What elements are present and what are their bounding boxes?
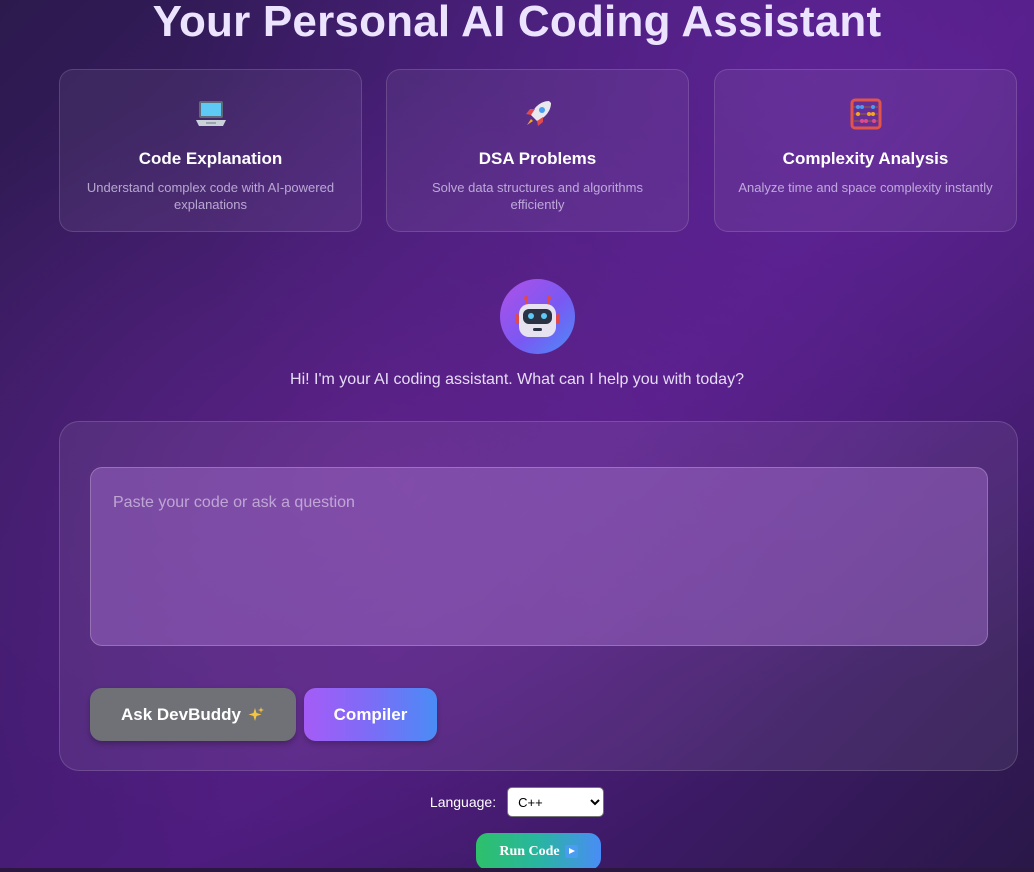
rocket-icon [525,101,551,126]
feature-card-dsa-problems[interactable]: DSA Problems Solve data structures and a… [386,69,689,232]
code-question-input[interactable] [90,467,988,646]
language-row: Language: C++ [0,787,1034,817]
abacus-icon [850,98,881,130]
compiler-button[interactable]: Compiler [304,688,437,741]
sparkles-icon [248,706,264,721]
laptop-icon [195,101,226,126]
chat-panel: Ask DevBuddy Compiler [59,421,1018,771]
language-select[interactable]: C++ [507,787,605,817]
feature-card-code-explanation[interactable]: Code Explanation Understand complex code… [59,69,362,232]
run-code-button[interactable]: Run Code [476,833,601,870]
feature-title: Complexity Analysis [782,149,949,168]
feature-title: Code Explanation [138,149,283,168]
page-title: Your Personal AI Coding Assistant [152,0,882,46]
feature-description: Analyze time and space complexity instan… [738,180,993,195]
assistant-avatar [500,279,575,354]
feature-description: Understand complex code with AI-powered … [86,180,335,212]
assistant-greeting: Hi! I'm your AI coding assistant. What c… [290,371,744,388]
feature-card-complexity-analysis[interactable]: Complexity Analysis Analyze time and spa… [714,69,1017,232]
bottom-edge [0,868,1034,872]
language-label: Language: [429,794,497,810]
feature-description: Solve data structures and algorithms eff… [432,180,643,212]
run-button-label: Run Code [499,843,560,859]
ask-button-label: Ask DevBuddy [121,704,241,724]
ask-devbuddy-button[interactable]: Ask DevBuddy [90,688,296,741]
feature-title: DSA Problems [478,149,597,168]
play-button-icon [564,845,578,858]
robot-icon [515,296,560,337]
